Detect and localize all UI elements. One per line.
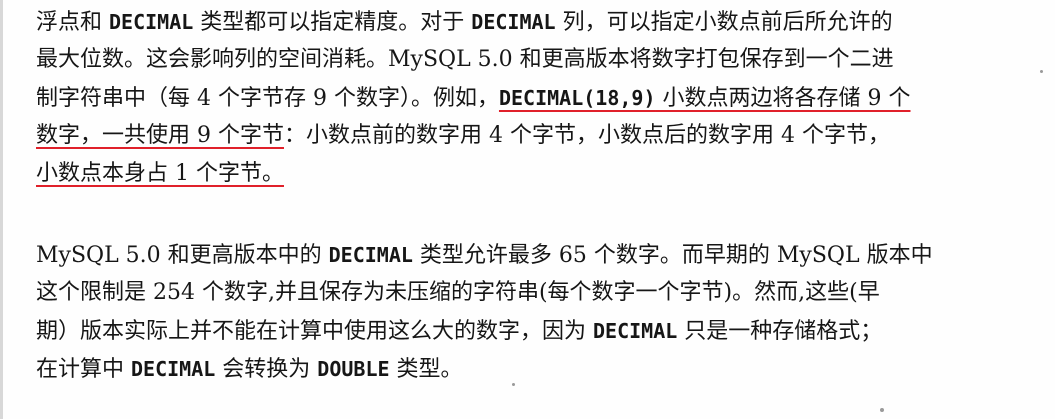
text-run: 制字符串中（每 4 个字节存 9 个数字）。例如， bbox=[36, 86, 499, 111]
code-term-decimal: DECIMAL bbox=[593, 319, 678, 343]
underlined-highlight: 小数点本身占 1 个字节。 bbox=[36, 161, 284, 186]
text-line: 在计算中 DECIMAL 会转换为 DOUBLE 类型。 bbox=[36, 350, 1036, 388]
text-run: ：小数点前的数字用 4 个字节，小数点后的数字用 4 个字节， bbox=[283, 123, 890, 148]
text-line: 浮点和 DECIMAL 类型都可以指定精度。对于 DECIMAL 列，可以指定小… bbox=[36, 3, 1036, 41]
code-term-decimal-18-9: DECIMAL(18,9) bbox=[498, 86, 656, 110]
scan-speck bbox=[880, 408, 884, 412]
underlined-highlight: 数字，一共使用 9 个字节 bbox=[36, 123, 284, 148]
code-term-decimal: DECIMAL bbox=[131, 357, 216, 381]
code-term-decimal: DECIMAL bbox=[109, 10, 194, 34]
text-run: 浮点和 bbox=[36, 10, 109, 35]
text-run: 期）版本实际上并不能在计算中使用这么大的数字，因为 bbox=[36, 319, 593, 344]
paragraph-decimal-precision: 浮点和 DECIMAL 类型都可以指定精度。对于 DECIMAL 列，可以指定小… bbox=[36, 3, 1036, 193]
text-line: 制字符串中（每 4 个字节存 9 个数字）。例如，DECIMAL(18,9) 小… bbox=[36, 79, 1036, 117]
text-run: 类型都可以指定精度。对于 bbox=[193, 10, 472, 35]
text-run: 列，可以指定小数点前后所允许的 bbox=[555, 10, 893, 35]
text-line: 数字，一共使用 9 个字节：小数点前的数字用 4 个字节，小数点后的数字用 4 … bbox=[36, 117, 1036, 155]
text-line: 这个限制是 254 个数字,并且保存为未压缩的字符串(每个数字一个字节)。然而,… bbox=[36, 274, 1036, 312]
paragraph-decimal-history: MySQL 5.0 和更高版本中的 DECIMAL 类型允许最多 65 个数字。… bbox=[36, 236, 1036, 388]
text-run: 最大位数。这会影响列的空间消耗。MySQL 5.0 和更高版本将数字打包保存到一… bbox=[36, 47, 894, 72]
text-line: MySQL 5.0 和更高版本中的 DECIMAL 类型允许最多 65 个数字。… bbox=[36, 236, 1036, 274]
text-run: MySQL 5.0 和更高版本中的 bbox=[36, 243, 329, 268]
scan-speck bbox=[1040, 70, 1043, 73]
code-term-decimal: DECIMAL bbox=[471, 10, 556, 34]
text-run: 这个限制是 254 个数字,并且保存为未压缩的字符串(每个数字一个字节)。然而,… bbox=[36, 280, 880, 305]
document-page: 浮点和 DECIMAL 类型都可以指定精度。对于 DECIMAL 列，可以指定小… bbox=[0, 0, 1055, 419]
text-run: 会转换为 bbox=[215, 357, 318, 382]
code-term-decimal: DECIMAL bbox=[328, 243, 413, 267]
text-line: 最大位数。这会影响列的空间消耗。MySQL 5.0 和更高版本将数字打包保存到一… bbox=[36, 41, 1036, 79]
text-run: 在计算中 bbox=[36, 357, 131, 382]
text-run: 小数点两边将各存储 9 个 bbox=[655, 86, 911, 111]
scan-speck bbox=[512, 383, 515, 386]
text-run: 类型。 bbox=[389, 357, 463, 382]
text-run: 只是一种存储格式； bbox=[677, 319, 883, 344]
underlined-highlight: DECIMAL(18,9) 小数点两边将各存储 9 个 bbox=[499, 86, 911, 111]
text-run: 类型允许最多 65 个数字。而早期的 MySQL 版本中 bbox=[412, 243, 933, 268]
code-term-double: DOUBLE bbox=[317, 357, 390, 381]
scan-edge bbox=[0, 0, 3, 419]
text-line: 期）版本实际上并不能在计算中使用这么大的数字，因为 DECIMAL 只是一种存储… bbox=[36, 312, 1036, 350]
text-line: 小数点本身占 1 个字节。 bbox=[36, 155, 1036, 193]
